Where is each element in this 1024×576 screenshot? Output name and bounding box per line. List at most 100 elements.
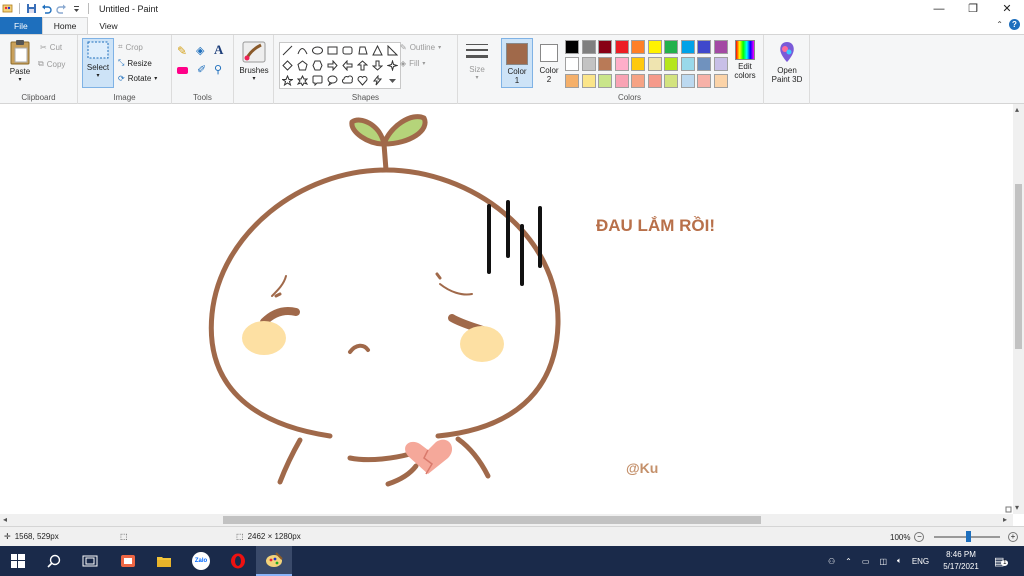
paint-taskbar-button[interactable] xyxy=(256,546,292,576)
show-hidden-icons-icon[interactable]: ⌃ xyxy=(845,557,852,566)
palette-swatch[interactable] xyxy=(697,57,711,71)
heart-shape-icon[interactable] xyxy=(355,73,370,88)
palette-swatch[interactable] xyxy=(565,57,579,71)
battery-icon[interactable]: ▭ xyxy=(862,557,870,566)
palette-swatch[interactable] xyxy=(680,40,695,54)
crop-button[interactable]: ⌗ Crop xyxy=(118,42,143,52)
tab-view[interactable]: View xyxy=(88,17,128,34)
resize-button[interactable]: ⤡ Resize xyxy=(118,58,152,68)
palette-swatch[interactable] xyxy=(680,74,695,88)
zoom-in-icon[interactable]: + xyxy=(1008,532,1018,542)
redo-icon[interactable] xyxy=(56,3,67,14)
scroll-up-icon[interactable]: ▴ xyxy=(1015,105,1019,114)
horizontal-scrollbar[interactable]: ◂ ▸ xyxy=(0,514,1013,526)
palette-swatch[interactable] xyxy=(713,40,728,54)
collapse-ribbon-icon[interactable]: ⌃ xyxy=(996,20,1003,29)
volume-icon[interactable]: 🔈︎ xyxy=(897,556,902,566)
diamond-shape-icon[interactable] xyxy=(280,58,295,73)
task-view-button[interactable] xyxy=(72,546,108,576)
fill-bucket-icon[interactable]: ◈ xyxy=(196,44,204,57)
scroll-right-icon[interactable]: ▸ xyxy=(1003,515,1007,524)
palette-swatch[interactable] xyxy=(581,74,596,88)
help-icon[interactable]: ? xyxy=(1009,19,1020,30)
curve-shape-icon[interactable] xyxy=(295,43,310,58)
opera-button[interactable] xyxy=(220,546,256,576)
palette-swatch[interactable] xyxy=(664,74,678,88)
palette-swatch[interactable] xyxy=(713,57,728,71)
palette-swatch[interactable] xyxy=(631,40,645,54)
zoom-out-icon[interactable]: − xyxy=(914,532,925,542)
brushes-button[interactable]: Brushes ▾ xyxy=(235,40,273,82)
undo-icon[interactable] xyxy=(41,3,52,14)
line-shape-icon[interactable] xyxy=(280,43,295,58)
people-icon[interactable]: ⚇ xyxy=(828,557,835,566)
start-button[interactable] xyxy=(0,546,36,576)
text-icon[interactable]: A xyxy=(214,42,223,58)
rounded-rectangle-shape-icon[interactable] xyxy=(340,43,355,58)
palette-swatch[interactable] xyxy=(614,57,629,71)
palette-swatch[interactable] xyxy=(565,74,579,88)
search-button[interactable] xyxy=(36,546,72,576)
shapes-more-icon[interactable] xyxy=(385,73,400,88)
down-arrow-shape-icon[interactable] xyxy=(370,58,385,73)
pencil-icon[interactable]: ✎ xyxy=(177,44,187,58)
size-button[interactable]: Size ▾ xyxy=(461,41,493,81)
save-icon[interactable] xyxy=(26,3,37,14)
minimize-button[interactable]: — xyxy=(922,0,956,17)
palette-swatch[interactable] xyxy=(614,40,629,54)
polygon-shape-icon[interactable] xyxy=(355,43,370,58)
palette-swatch[interactable] xyxy=(680,57,695,71)
palette-swatch[interactable] xyxy=(598,57,612,71)
right-triangle-shape-icon[interactable] xyxy=(385,43,400,58)
copy-button[interactable]: ⧉ Copy xyxy=(38,59,65,69)
paint-app-icon[interactable] xyxy=(2,3,13,14)
paste-button[interactable]: Paste ▾ xyxy=(5,39,35,83)
palette-swatch[interactable] xyxy=(631,74,645,88)
horizontal-scroll-thumb[interactable] xyxy=(223,516,761,524)
palette-swatch[interactable] xyxy=(598,74,612,88)
eraser-icon[interactable] xyxy=(177,67,188,74)
magnifier-icon[interactable]: ⚲ xyxy=(214,63,222,76)
scroll-left-icon[interactable]: ◂ xyxy=(3,515,7,524)
color-picker-icon[interactable]: ✐ xyxy=(197,63,206,76)
six-point-star-shape-icon[interactable] xyxy=(295,73,310,88)
restore-button[interactable]: ❐ xyxy=(956,0,990,17)
right-arrow-shape-icon[interactable] xyxy=(325,58,340,73)
five-point-star-shape-icon[interactable] xyxy=(280,73,295,88)
palette-swatch[interactable] xyxy=(565,40,579,54)
left-arrow-shape-icon[interactable] xyxy=(340,58,355,73)
triangle-shape-icon[interactable] xyxy=(370,43,385,58)
snip-app-button[interactable] xyxy=(110,546,146,576)
up-arrow-shape-icon[interactable] xyxy=(355,58,370,73)
clock[interactable]: 8:46 PM 5/17/2021 xyxy=(935,549,987,573)
close-button[interactable]: ✕ xyxy=(990,0,1024,17)
scroll-down-icon[interactable]: ▾ xyxy=(1015,503,1019,512)
rectangle-shape-icon[interactable] xyxy=(325,43,340,58)
file-explorer-button[interactable] xyxy=(146,546,182,576)
palette-swatch[interactable] xyxy=(647,74,662,88)
network-icon[interactable]: ◫ xyxy=(879,557,887,566)
palette-swatch[interactable] xyxy=(664,40,678,54)
palette-swatch[interactable] xyxy=(647,40,662,54)
hexagon-shape-icon[interactable] xyxy=(310,58,325,73)
four-point-star-shape-icon[interactable] xyxy=(385,58,400,73)
rounded-callout-shape-icon[interactable] xyxy=(310,73,325,88)
vertical-scroll-thumb[interactable] xyxy=(1015,184,1022,349)
tab-home[interactable]: Home xyxy=(41,17,89,34)
cut-button[interactable]: ✂ Cut xyxy=(40,43,62,52)
palette-swatch[interactable] xyxy=(664,57,678,71)
notifications-icon[interactable]: ▤ 1 xyxy=(994,555,1009,568)
palette-swatch[interactable] xyxy=(713,74,728,88)
edit-colors-button[interactable]: Edit colors xyxy=(729,40,761,80)
customize-qat-icon[interactable] xyxy=(71,3,82,14)
zalo-button[interactable]: Zalo xyxy=(183,546,219,576)
pentagon-shape-icon[interactable] xyxy=(295,58,310,73)
outline-button[interactable]: ✎ Outline ▾ xyxy=(400,43,441,52)
select-button[interactable]: Select ▾ xyxy=(82,38,114,88)
palette-swatch[interactable] xyxy=(581,57,596,71)
color1-button[interactable]: Color 1 xyxy=(501,38,533,88)
rotate-button[interactable]: ⟳ Rotate ▾ xyxy=(118,74,157,83)
palette-swatch[interactable] xyxy=(581,40,596,54)
palette-swatch[interactable] xyxy=(598,40,612,54)
palette-swatch[interactable] xyxy=(631,57,645,71)
